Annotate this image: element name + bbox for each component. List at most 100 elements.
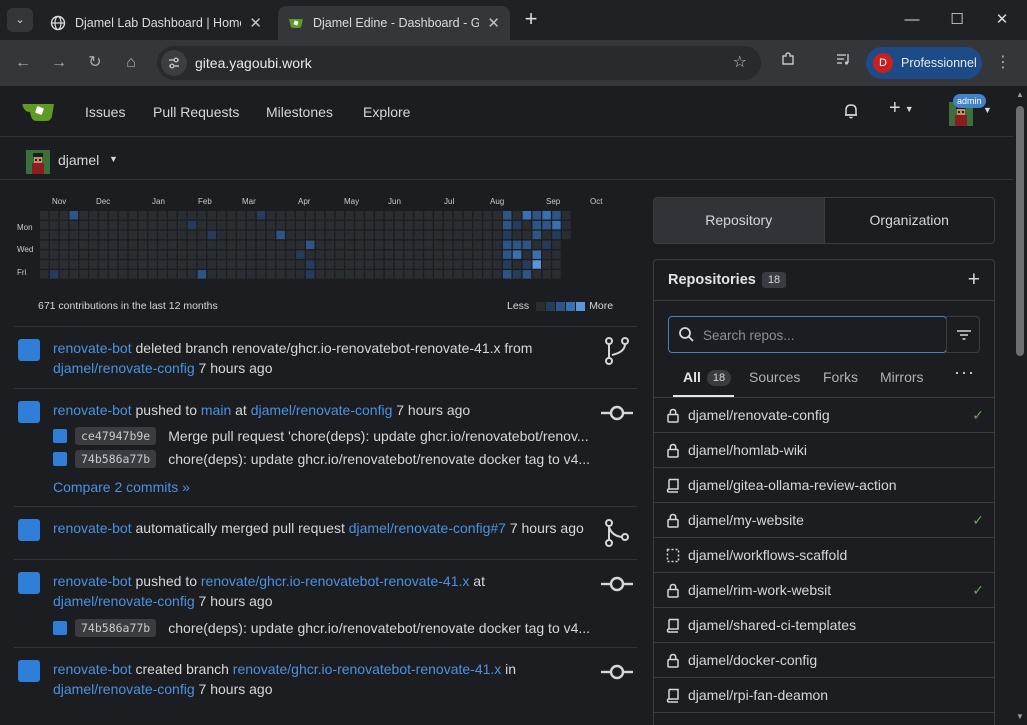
heatmap-cell[interactable]: [246, 211, 256, 220]
heatmap-cell[interactable]: [128, 250, 138, 259]
heatmap-cell[interactable]: [256, 220, 266, 230]
repo-link[interactable]: djamel/renovate-config: [53, 593, 195, 609]
heatmap-cell[interactable]: [483, 270, 492, 279]
heatmap-cell[interactable]: [325, 250, 335, 259]
heatmap-cell[interactable]: [424, 220, 433, 230]
heatmap-cell[interactable]: [335, 260, 345, 269]
heatmap-cell[interactable]: [246, 220, 256, 230]
heatmap-cell[interactable]: [424, 260, 433, 269]
heatmap-cell[interactable]: [108, 270, 118, 279]
heatmap-cell[interactable]: [512, 230, 522, 240]
heatmap-cell[interactable]: [148, 220, 157, 230]
heatmap-cell[interactable]: [296, 220, 305, 230]
heatmap-cell[interactable]: [217, 250, 226, 259]
heatmap-cell[interactable]: [138, 250, 148, 259]
heatmap-cell[interactable]: [168, 220, 177, 230]
heatmap-cell[interactable]: [296, 270, 305, 279]
heatmap-cell[interactable]: [266, 211, 276, 220]
heatmap-cell[interactable]: [305, 211, 315, 220]
heatmap-cell[interactable]: [414, 260, 423, 269]
heatmap-cell[interactable]: [502, 270, 512, 279]
heatmap-cell[interactable]: [227, 211, 236, 220]
heatmap-cell[interactable]: [335, 240, 345, 250]
heatmap-cell[interactable]: [79, 230, 88, 240]
heatmap-cell[interactable]: [148, 211, 157, 220]
heatmap-cell[interactable]: [345, 260, 354, 269]
heatmap-cell[interactable]: [59, 211, 69, 220]
heatmap-cell[interactable]: [522, 220, 532, 230]
heatmap-cell[interactable]: [49, 240, 59, 250]
heatmap-cell[interactable]: [394, 211, 404, 220]
heatmap-cell[interactable]: [286, 270, 295, 279]
heatmap-cell[interactable]: [197, 220, 207, 230]
heatmap-cell[interactable]: [315, 260, 325, 269]
heatmap-cell[interactable]: [69, 240, 79, 250]
heatmap-cell[interactable]: [542, 220, 551, 230]
heatmap-cell[interactable]: [138, 211, 148, 220]
heatmap-cell[interactable]: [108, 211, 118, 220]
browser-menu-icon[interactable]: ⋮: [990, 50, 1016, 76]
heatmap-cell[interactable]: [483, 250, 492, 259]
actor-link[interactable]: renovate-bot: [53, 573, 132, 589]
heatmap-cell[interactable]: [374, 250, 384, 259]
heatmap-cell[interactable]: [473, 250, 482, 259]
branch-link[interactable]: renovate/ghcr.io-renovatebot-renovate-41…: [201, 573, 470, 589]
heatmap-cell[interactable]: [374, 270, 384, 279]
heatmap-cell[interactable]: [483, 260, 492, 269]
repo-item[interactable]: djamel/rim-work-websit ✓: [654, 573, 994, 608]
gitea-logo-icon[interactable]: [22, 100, 56, 122]
heatmap-cell[interactable]: [207, 230, 216, 240]
repo-search-input[interactable]: [703, 325, 933, 345]
actor-link[interactable]: renovate-bot: [53, 520, 132, 536]
heatmap-cell[interactable]: [256, 240, 266, 250]
heatmap-cell[interactable]: [542, 270, 551, 279]
heatmap-cell[interactable]: [177, 270, 187, 279]
heatmap-cell[interactable]: [158, 240, 167, 250]
heatmap-cell[interactable]: [493, 230, 502, 240]
heatmap-cell[interactable]: [404, 230, 413, 240]
heatmap-cell[interactable]: [434, 240, 443, 250]
page-scrollbar[interactable]: ▲ ▼: [1013, 86, 1027, 725]
heatmap-cell[interactable]: [69, 211, 79, 220]
context-user-name[interactable]: djamel: [58, 152, 99, 168]
scroll-up-icon[interactable]: ▲: [1016, 90, 1024, 99]
heatmap-cell[interactable]: [59, 250, 69, 259]
heatmap-cell[interactable]: [148, 260, 157, 269]
home-icon[interactable]: ⌂: [118, 50, 144, 76]
heatmap-cell[interactable]: [473, 240, 482, 250]
heatmap-cell[interactable]: [414, 250, 423, 259]
heatmap-cell[interactable]: [562, 220, 571, 230]
heatmap-cell[interactable]: [424, 250, 433, 259]
heatmap-cell[interactable]: [493, 240, 502, 250]
heatmap-cell[interactable]: [374, 230, 384, 240]
repo-name[interactable]: djamel/workflows-scaffold: [688, 547, 847, 563]
heatmap-cell[interactable]: [108, 250, 118, 259]
tab-forks[interactable]: Forks: [823, 369, 858, 385]
heatmap-cell[interactable]: [414, 211, 423, 220]
heatmap-cell[interactable]: [365, 211, 374, 220]
heatmap-cell[interactable]: [246, 270, 256, 279]
heatmap-cell[interactable]: [434, 250, 443, 259]
heatmap-cell[interactable]: [79, 270, 88, 279]
bell-icon[interactable]: [842, 102, 860, 120]
heatmap-cell[interactable]: [227, 230, 236, 240]
heatmap-cell[interactable]: [168, 260, 177, 269]
reload-icon[interactable]: ↻: [82, 50, 108, 76]
heatmap-cell[interactable]: [542, 240, 551, 250]
heatmap-cell[interactable]: [158, 270, 167, 279]
repo-name[interactable]: djamel/rim-work-websit: [688, 582, 831, 598]
heatmap-cell[interactable]: [483, 230, 492, 240]
heatmap-cell[interactable]: [522, 230, 532, 240]
heatmap-cell[interactable]: [522, 240, 532, 250]
heatmap-cell[interactable]: [404, 250, 413, 259]
heatmap-cell[interactable]: [217, 260, 226, 269]
heatmap-cell[interactable]: [158, 220, 167, 230]
heatmap-cell[interactable]: [493, 250, 502, 259]
heatmap-cell[interactable]: [473, 211, 482, 220]
heatmap-cell[interactable]: [404, 240, 413, 250]
commit-sha[interactable]: 74b586a77b: [75, 619, 157, 637]
switch-organization-button[interactable]: Organization: [825, 198, 995, 243]
heatmap-cell[interactable]: [414, 220, 423, 230]
heatmap-cell[interactable]: [562, 230, 571, 240]
heatmap-cell[interactable]: [542, 211, 551, 220]
